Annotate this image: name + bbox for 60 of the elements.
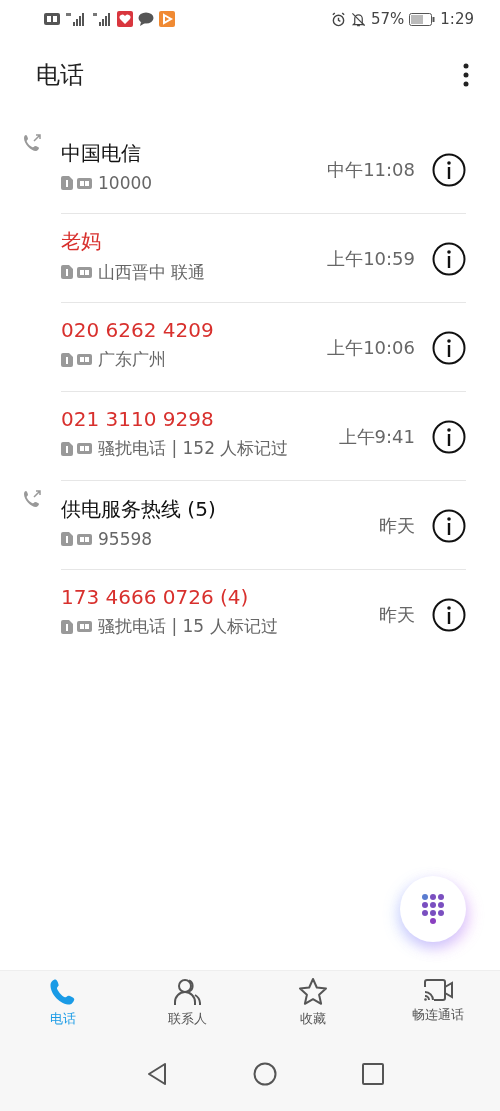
back-icon[interactable] [146, 1062, 168, 1086]
sim-card-icon [61, 619, 73, 634]
call-time: 昨天 [379, 513, 415, 538]
caller-name: 供电服务热线 (5) [61, 496, 216, 523]
call-time: 上午9:41 [338, 424, 415, 449]
signal-icon [65, 12, 87, 26]
clock-time: 1:29 [440, 10, 474, 28]
recents-icon[interactable] [362, 1063, 384, 1085]
call-time: 上午10:59 [327, 246, 415, 271]
call-detail: 95598 [98, 529, 153, 549]
info-icon[interactable] [432, 597, 466, 632]
play-app-icon [159, 11, 175, 27]
info-icon[interactable] [432, 508, 466, 543]
call-time: 上午10:06 [327, 335, 415, 360]
sim-card-icon [61, 265, 73, 279]
hd-icon [77, 533, 92, 545]
call-time: 昨天 [379, 602, 415, 627]
call-detail: 山西晋中 联通 [98, 260, 206, 284]
heart-app-icon [117, 11, 133, 27]
more-menu-icon[interactable] [463, 63, 469, 87]
caller-name: 021 3110 9298 [61, 407, 214, 431]
caller-name: 中国电信 [61, 140, 141, 167]
contacts-icon [172, 977, 203, 1007]
tab[interactable]: 收藏 [297, 977, 328, 1031]
signal-icon [92, 12, 112, 26]
call-detail: 10000 [98, 173, 153, 193]
home-icon[interactable] [253, 1062, 277, 1086]
call-detail: 骚扰电话 | 152 人标记过 [98, 437, 289, 460]
sim-card-icon [61, 352, 73, 367]
hd-icon [77, 266, 92, 278]
chat-icon [138, 12, 154, 26]
battery-percent: 57% [370, 10, 405, 28]
sim-card-icon [61, 532, 73, 546]
info-icon[interactable] [432, 152, 466, 187]
star-icon [297, 977, 328, 1007]
call-detail: 广东广州 [98, 348, 166, 371]
video-call-icon [421, 977, 454, 1003]
hd-icon [77, 621, 92, 632]
tab[interactable]: 畅连通话 [411, 977, 464, 1031]
call-time: 中午11:08 [327, 157, 415, 182]
hd-icon [77, 177, 92, 189]
page-title: 电话 [36, 60, 84, 91]
hd-icon [77, 443, 92, 454]
alarm-icon [330, 11, 346, 27]
dialpad-button[interactable] [400, 876, 466, 942]
caller-name: 173 4666 0726 (4) [61, 585, 249, 609]
bell-off-icon [350, 11, 366, 27]
battery-icon [409, 12, 436, 26]
sim-card-icon [61, 176, 73, 190]
hd-icon [44, 13, 60, 25]
caller-name: 020 6262 4209 [61, 318, 214, 342]
info-icon[interactable] [432, 419, 466, 454]
info-icon[interactable] [432, 241, 466, 276]
dialpad-icon [422, 894, 444, 924]
sim-card-icon [61, 441, 73, 456]
hd-icon [77, 354, 92, 365]
caller-name: 老妈 [61, 227, 101, 255]
info-icon[interactable] [432, 330, 466, 365]
tab[interactable]: 联系人 [168, 977, 207, 1031]
call-detail: 骚扰电话 | 15 人标记过 [98, 615, 278, 638]
